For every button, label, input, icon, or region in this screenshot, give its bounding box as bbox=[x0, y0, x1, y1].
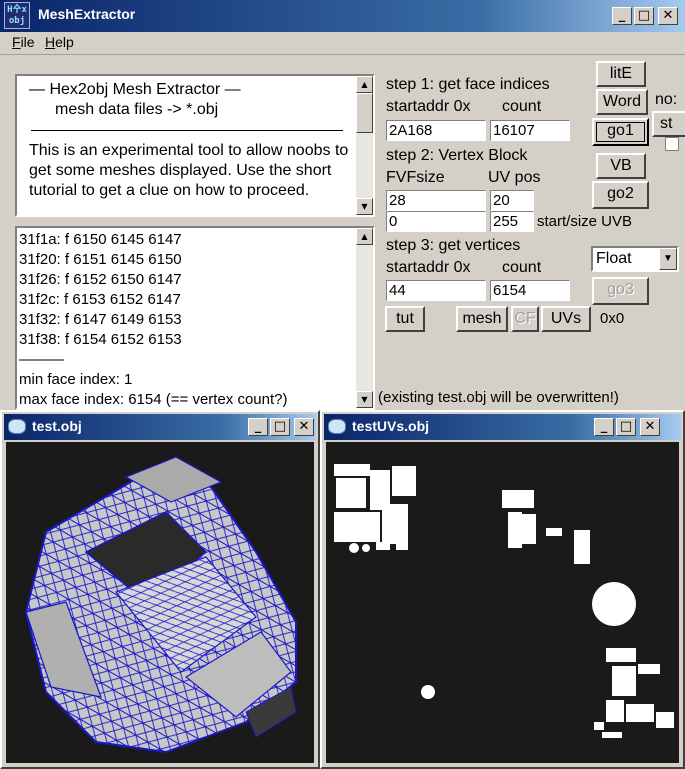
log-min-face: min face index: 1 bbox=[19, 371, 133, 388]
window-icon bbox=[328, 419, 346, 434]
step1-startaddr-label: startaddr 0x bbox=[386, 98, 471, 115]
app-icon: H㐃x obj bbox=[4, 2, 30, 29]
minimize-button[interactable]: _ bbox=[612, 7, 632, 25]
step2-fvf-label: FVFsize bbox=[386, 169, 445, 186]
log-max-face: max face index: 6154 (== vertex count?) bbox=[19, 391, 288, 408]
maximize-button[interactable]: □ bbox=[634, 7, 654, 25]
cut-off-st-button[interactable]: st bbox=[652, 111, 685, 137]
uvb-start-input[interactable]: 0 bbox=[386, 211, 486, 232]
log-line: 31f1a: f 6150 6145 6147 bbox=[19, 231, 182, 248]
info-divider bbox=[31, 130, 343, 131]
step1-startaddr-input[interactable]: 2A168 bbox=[386, 120, 486, 141]
uvb-label: start/size UVB bbox=[537, 212, 657, 232]
size-readout: 0x0 bbox=[596, 309, 640, 329]
info-subheading: mesh data files -> *.obj bbox=[55, 101, 219, 118]
cut-off-checkbox[interactable] bbox=[665, 137, 679, 151]
log-line: 31f20: f 6151 6145 6150 bbox=[19, 251, 182, 268]
car-mesh-render bbox=[24, 456, 297, 754]
word-button[interactable]: Word bbox=[596, 89, 648, 115]
step2-uvpos-label: UV pos bbox=[488, 169, 541, 186]
main-content: — Hex2obj Mesh Extractor — mesh data fil… bbox=[0, 55, 685, 410]
app-icon-line2: obj bbox=[8, 16, 26, 26]
go1-button[interactable]: go1 bbox=[592, 118, 649, 146]
step3-title: step 3: get vertices bbox=[386, 237, 521, 254]
minimize-button[interactable]: _ bbox=[594, 418, 614, 436]
step1-title: step 1: get face indices bbox=[386, 76, 550, 93]
log-textbox[interactable]: 31f1a: f 6150 6145 6147 31f20: f 6151 61… bbox=[15, 226, 375, 410]
overwrite-note: (existing test.obj will be overwritten!) bbox=[378, 388, 676, 408]
test-uvs-title: testUVs.obj bbox=[352, 418, 430, 434]
uv-viewport[interactable] bbox=[326, 442, 679, 763]
test-uvs-title-bar[interactable]: testUVs.obj _ □ ✕ bbox=[324, 414, 681, 440]
scroll-down-icon[interactable]: ▼ bbox=[356, 391, 373, 408]
chevron-down-icon[interactable]: ▼ bbox=[659, 248, 677, 270]
step3-count-label: count bbox=[502, 259, 542, 276]
log-line: 31f2c: f 6153 6152 6147 bbox=[19, 291, 181, 308]
scroll-down-icon[interactable]: ▼ bbox=[356, 198, 373, 215]
info-body: This is an experimental tool to allow no… bbox=[29, 142, 349, 199]
test-obj-title: test.obj bbox=[32, 418, 82, 434]
window-title: MeshExtractor bbox=[38, 6, 136, 22]
scroll-up-icon[interactable]: ▲ bbox=[356, 228, 373, 245]
step1-group: step 1: get face indices startaddr 0x co… bbox=[386, 75, 586, 119]
lite-button[interactable]: litE bbox=[596, 61, 646, 87]
cf-button[interactable]: CF bbox=[511, 306, 539, 332]
scroll-thumb[interactable] bbox=[356, 93, 373, 133]
info-scrollbar[interactable]: ▲ ▼ bbox=[356, 76, 373, 215]
main-title-bar[interactable]: H㐃x obj MeshExtractor _ □ ✕ bbox=[0, 0, 685, 32]
mesh-button[interactable]: mesh bbox=[456, 306, 508, 332]
step1-count-input[interactable]: 16107 bbox=[490, 120, 570, 141]
log-line: 31f38: f 6154 6152 6153 bbox=[19, 331, 182, 348]
menu-help[interactable]: Help bbox=[45, 34, 74, 50]
car-body bbox=[24, 456, 297, 754]
log-separator: ——— bbox=[19, 351, 64, 368]
type-select-value: Float bbox=[596, 250, 632, 267]
test-obj-window[interactable]: test.obj _ □ ✕ bbox=[0, 410, 320, 769]
close-button[interactable]: ✕ bbox=[658, 7, 678, 25]
vb-button[interactable]: VB bbox=[596, 153, 646, 179]
step2-title: step 2: Vertex Block bbox=[386, 147, 528, 164]
window-icon bbox=[8, 419, 26, 434]
tut-button[interactable]: tut bbox=[385, 306, 425, 332]
cut-off-label-no: no: bbox=[655, 91, 678, 108]
info-textbox[interactable]: — Hex2obj Mesh Extractor — mesh data fil… bbox=[15, 74, 375, 217]
mesh-viewport[interactable] bbox=[6, 442, 314, 763]
test-obj-title-bar[interactable]: test.obj _ □ ✕ bbox=[4, 414, 316, 440]
log-scrollbar[interactable]: ▲ ▼ bbox=[356, 228, 373, 408]
go3-button[interactable]: go3 bbox=[592, 277, 649, 305]
log-line: 31f32: f 6147 6149 6153 bbox=[19, 311, 182, 328]
maximize-button[interactable]: □ bbox=[616, 418, 636, 436]
info-heading: — Hex2obj Mesh Extractor — bbox=[29, 81, 241, 98]
scroll-up-icon[interactable]: ▲ bbox=[356, 76, 373, 93]
go2-button[interactable]: go2 bbox=[592, 181, 649, 209]
menu-file[interactable]: File bbox=[12, 34, 35, 50]
close-button[interactable]: ✕ bbox=[294, 418, 314, 436]
menu-bar: File Help bbox=[0, 32, 685, 55]
type-select[interactable]: Float ▼ bbox=[591, 246, 679, 272]
fvf-size-input[interactable]: 28 bbox=[386, 190, 486, 211]
step1-count-label: count bbox=[502, 98, 542, 115]
maximize-button[interactable]: □ bbox=[270, 418, 290, 436]
log-content: 31f1a: f 6150 6145 6147 31f20: f 6151 61… bbox=[19, 230, 359, 408]
uvb-size-input[interactable]: 255 bbox=[490, 211, 534, 232]
uv-islands bbox=[334, 464, 674, 738]
test-uvs-window[interactable]: testUVs.obj _ □ ✕ bbox=[320, 410, 685, 769]
step2-group: step 2: Vertex Block FVFsize UV pos bbox=[386, 146, 586, 190]
step3-count-input[interactable]: 6154 bbox=[490, 280, 570, 301]
step3-group: step 3: get vertices startaddr 0x count bbox=[386, 236, 586, 280]
step3-startaddr-label: startaddr 0x bbox=[386, 259, 471, 276]
app-icon-line1: H㐃x bbox=[7, 5, 27, 15]
uv-layout-render bbox=[334, 464, 674, 738]
log-line: 31f26: f 6152 6150 6147 bbox=[19, 271, 182, 288]
step3-startaddr-input[interactable]: 44 bbox=[386, 280, 486, 301]
uvs-button[interactable]: UVs bbox=[541, 306, 591, 332]
minimize-button[interactable]: _ bbox=[248, 418, 268, 436]
close-button[interactable]: ✕ bbox=[640, 418, 660, 436]
uv-pos-input[interactable]: 20 bbox=[490, 190, 534, 211]
